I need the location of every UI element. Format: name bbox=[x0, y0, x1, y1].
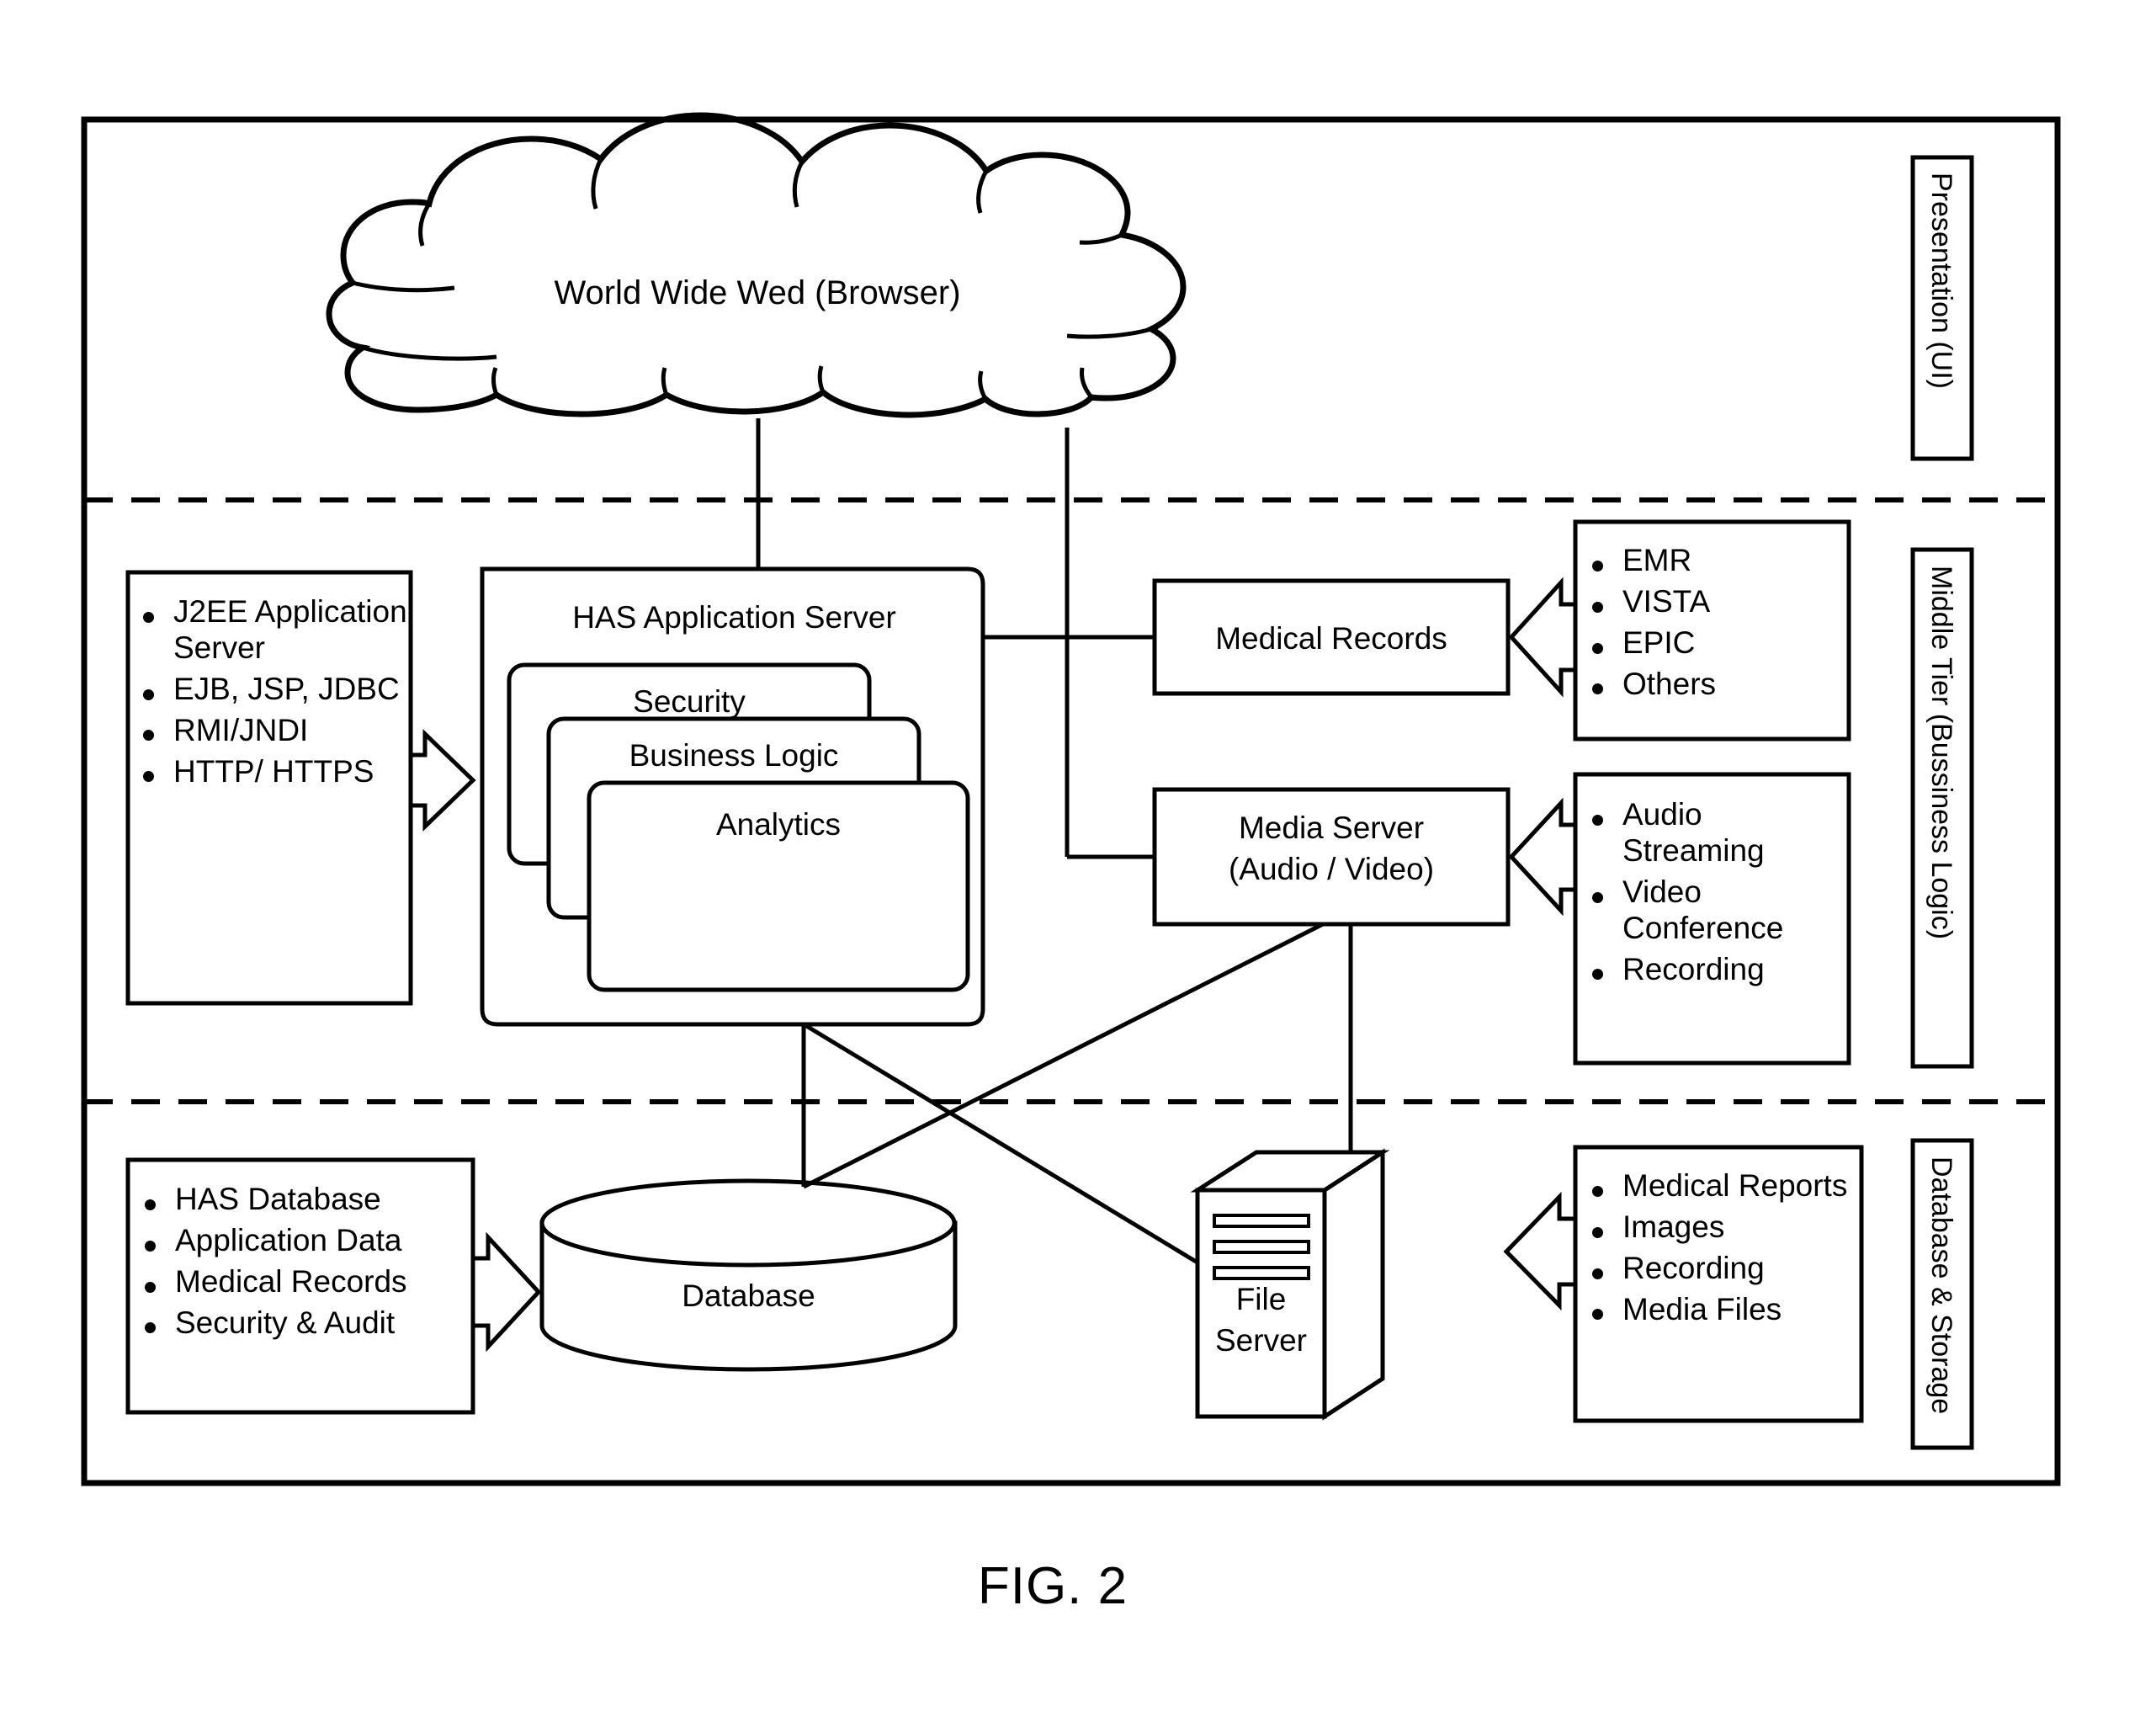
tech-list-item: J2EE Application Server bbox=[135, 594, 412, 667]
file-server-list-item: Recording bbox=[1584, 1251, 1857, 1287]
figure-caption: FIG. 2 bbox=[977, 1557, 1128, 1615]
arrow-dblist-to-database bbox=[473, 1231, 542, 1353]
medical-records-list-item: VISTA bbox=[1584, 584, 1845, 620]
cloud-puff-4 bbox=[792, 160, 805, 208]
medical-records-list-item: Others bbox=[1584, 667, 1845, 703]
media-server-list-item: Audio Streaming bbox=[1584, 797, 1845, 869]
medical-records-list-item: EMR bbox=[1584, 543, 1845, 579]
media-server-list-item: Recording bbox=[1584, 952, 1845, 988]
cloud-label: World Wide Wed (Browser) bbox=[554, 274, 961, 311]
tech-list-item: EJB, JSP, JDBC bbox=[135, 672, 412, 708]
card-security-label: Security bbox=[633, 684, 746, 719]
file-server-side bbox=[1322, 1148, 1385, 1421]
arrow-emrlist-to-medicalrecords bbox=[1508, 577, 1575, 698]
file-server-list-item: Media Files bbox=[1584, 1292, 1857, 1328]
cloud-shape bbox=[326, 112, 1187, 418]
cloud-puff-10 bbox=[817, 365, 826, 393]
tech-list: J2EE Application Server EJB, JSP, JDBC R… bbox=[135, 594, 412, 795]
file-server-list: Medical Reports Images Recording Media F… bbox=[1584, 1168, 1857, 1333]
cloud-puff-12 bbox=[491, 367, 499, 396]
media-server-list: Audio Streaming Video Conference Recordi… bbox=[1584, 797, 1845, 993]
file-server-list-item: Images bbox=[1584, 1209, 1857, 1246]
arrow-filelist-to-fileserver bbox=[1503, 1191, 1575, 1311]
db-list: HAS Database Application Data Medical Re… bbox=[136, 1182, 473, 1347]
card-business-logic-label: Business Logic bbox=[629, 738, 839, 773]
tech-list-item: RMI/JNDI bbox=[135, 713, 412, 749]
cloud-puff-7 bbox=[1066, 327, 1152, 339]
tier-label-middle: Middle Tier (Bussiness Logic) bbox=[1925, 566, 1957, 940]
database-cylinder-top bbox=[539, 1178, 957, 1268]
db-list-item: Medical Records bbox=[136, 1264, 473, 1300]
file-server-label-line2: Server bbox=[1215, 1323, 1307, 1358]
media-server-list-item: Video Conference bbox=[1584, 874, 1845, 947]
cloud-puff-6 bbox=[1079, 232, 1123, 245]
database-label: Database bbox=[682, 1278, 815, 1313]
cloud-puff-13 bbox=[418, 202, 432, 247]
cloud-puff-9 bbox=[978, 370, 988, 401]
db-list-item: Application Data bbox=[136, 1223, 473, 1259]
arrow-medialist-to-mediaserver bbox=[1508, 797, 1575, 917]
arrow-tech-to-appserver bbox=[411, 729, 476, 832]
db-list-item: Security & Audit bbox=[136, 1305, 473, 1342]
cloud-puff-2 bbox=[352, 280, 455, 293]
cloud-puff-1 bbox=[362, 345, 497, 361]
db-list-item: HAS Database bbox=[136, 1182, 473, 1218]
cloud-puff-8 bbox=[1080, 367, 1093, 399]
file-server-label-line1: File bbox=[1235, 1282, 1287, 1316]
figure-canvas: .st{fill:none;stroke:#000;stroke-width:5… bbox=[0, 0, 2156, 1733]
medical-records-list-item: EPIC bbox=[1584, 625, 1845, 662]
cloud-puff-3 bbox=[591, 157, 603, 210]
media-server-label-line1: Media Server bbox=[1238, 811, 1425, 845]
app-server-title: HAS Application Server bbox=[572, 600, 896, 635]
card-analytics-label: Analytics bbox=[715, 807, 842, 842]
file-server-list-item: Medical Reports bbox=[1584, 1168, 1857, 1204]
tier-label-storage: Database & Storage bbox=[1925, 1156, 1957, 1415]
tech-list-item: HTTP/ HTTPS bbox=[135, 754, 412, 790]
media-server-label-line2: (Audio / Video) bbox=[1228, 852, 1435, 886]
tier-label-presentation: Presentation (UI) bbox=[1925, 173, 1957, 389]
cloud-puff-5 bbox=[976, 169, 989, 214]
cloud-puff-11 bbox=[661, 367, 669, 396]
medical-records-list: EMR VISTA EPIC Others bbox=[1584, 543, 1845, 708]
medical-records-label: Medical Records bbox=[1215, 621, 1447, 656]
